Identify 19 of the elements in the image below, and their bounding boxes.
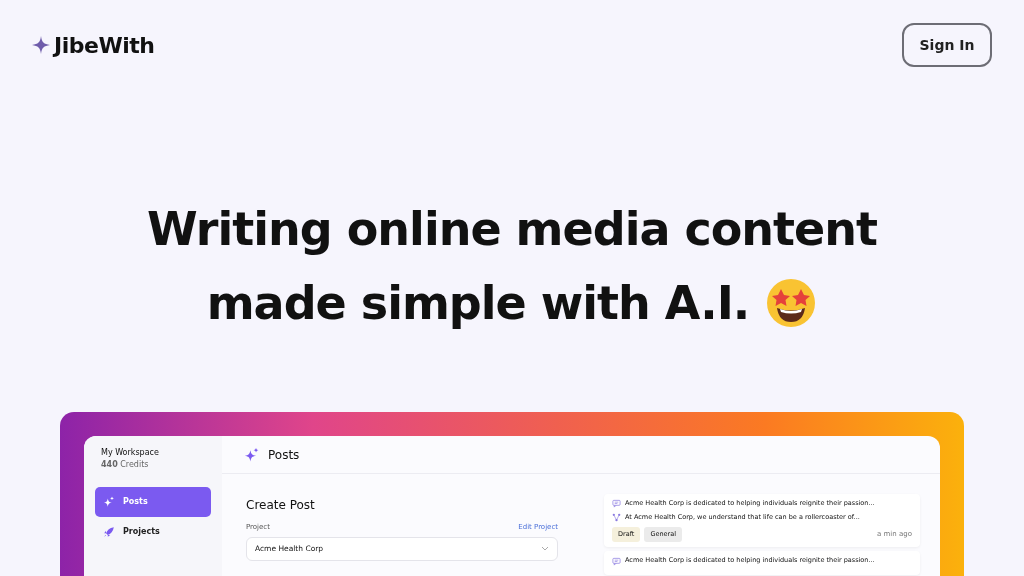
credits-text: 440 Credits — [101, 459, 150, 471]
headline-text: made simple with A.I. — [206, 275, 750, 332]
sparkles-icon — [103, 496, 115, 508]
section-title: Create Post — [246, 497, 316, 514]
headline-text: Writing online media content — [146, 201, 878, 258]
chevron-down-icon — [541, 546, 549, 551]
star-struck-emoji-icon — [765, 277, 818, 329]
chat-icon — [612, 556, 621, 566]
workspace-name: My Workspace — [101, 447, 160, 459]
sidebar-item[interactable]: Projects — [95, 517, 211, 547]
page-title: Posts — [268, 446, 300, 464]
sparkle-icon — [32, 36, 50, 54]
network-icon — [612, 513, 621, 523]
sign-in-button[interactable]: Sign In — [902, 23, 992, 67]
brand-name[interactable]: JibeWith — [54, 28, 155, 62]
chat-icon — [612, 499, 621, 509]
rocket-icon — [103, 526, 115, 538]
sidebar-item[interactable]: Posts — [95, 487, 211, 517]
sparkles-icon — [244, 446, 260, 463]
